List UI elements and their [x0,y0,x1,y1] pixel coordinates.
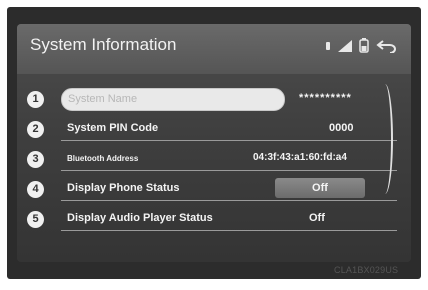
system-name-field[interactable]: System Name [61,88,285,111]
display-phone-status-value: Off [312,182,328,194]
callout-number-4: 4 [27,181,44,198]
system-name-value: ********** [299,92,352,104]
display-audio-player-status-value: Off [309,212,325,224]
row-display-audio-player-status[interactable]: Display Audio Player Status Off [61,208,397,231]
display-phone-status-label: Display Phone Status [67,182,180,194]
display-phone-status-toggle[interactable]: Off [275,178,365,198]
callout-number-1: 1 [27,91,44,108]
scrollbar[interactable] [377,84,393,194]
system-name-label: System Name [68,93,138,105]
status-icons [325,38,397,53]
display-audio-player-status-label: Display Audio Player Status [67,212,213,224]
callout-number-5: 5 [27,211,44,228]
bluetooth-address-value: 04:3f:43:a1:60:fd:a4 [253,152,347,163]
system-pin-code-label: System PIN Code [67,122,159,134]
battery-icon [359,38,369,53]
page-title: System Information [30,35,177,54]
callout-number-3: 3 [27,151,44,168]
system-information-screen: System Information 1 System Name *******… [17,24,411,262]
back-icon[interactable] [375,39,397,53]
row-display-phone-status[interactable]: Display Phone Status Off [61,178,397,201]
row-system-name[interactable]: System Name ********** [61,88,397,111]
bluetooth-icon [326,41,330,50]
image-code: CLA1BX029US [334,265,399,275]
system-pin-code-value: 0000 [329,122,354,134]
row-system-pin-code[interactable]: System PIN Code 0000 [61,118,397,141]
row-bluetooth-address: Bluetooth Address 04:3f:43:a1:60:fd:a4 [61,148,397,171]
bluetooth-address-label: Bluetooth Address [67,154,139,163]
signal-strength-icon [338,39,352,52]
callout-number-2: 2 [27,121,44,138]
title-bar: System Information [17,24,411,74]
